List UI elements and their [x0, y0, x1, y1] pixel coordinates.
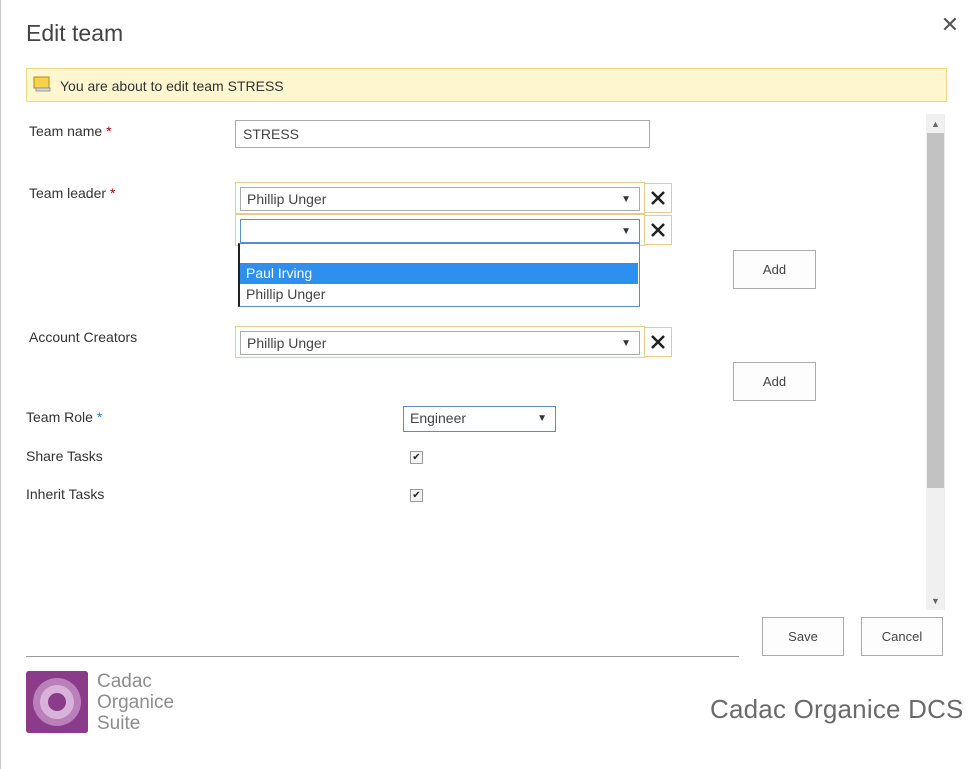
- inherit-tasks-label: Inherit Tasks: [26, 486, 105, 502]
- scroll-down-icon[interactable]: ▼: [926, 592, 945, 610]
- account-creators-select-1[interactable]: Phillip Unger ▼: [240, 331, 640, 355]
- add-account-creator-button[interactable]: Add: [733, 362, 816, 401]
- account-creators-label: Account Creators: [29, 329, 138, 345]
- cancel-button[interactable]: Cancel: [861, 617, 943, 656]
- scroll-up-icon[interactable]: ▲: [926, 115, 945, 133]
- team-role-value: Engineer: [410, 410, 467, 426]
- logo-line-2: Organice: [97, 692, 175, 713]
- team-leader-label-text: Team leader: [29, 185, 107, 201]
- team-role-label-text: Team Role: [26, 409, 93, 425]
- account-creators-row-1: Phillip Unger ▼: [235, 326, 645, 358]
- close-icon: [651, 191, 665, 205]
- required-marker: *: [96, 409, 103, 425]
- team-leader-label: Team leader *: [29, 185, 116, 201]
- footer-divider: [26, 656, 739, 657]
- close-icon: [651, 223, 665, 237]
- chevron-down-icon: ▼: [621, 194, 631, 205]
- add-team-leader-button[interactable]: Add: [733, 250, 816, 289]
- dropdown-option-paul-irving[interactable]: Paul Irving: [240, 263, 638, 284]
- save-button[interactable]: Save: [762, 617, 844, 656]
- team-leader-row-2: ▼: [235, 214, 645, 246]
- close-icon[interactable]: ✕: [940, 14, 960, 36]
- team-role-select[interactable]: Engineer ▼: [403, 406, 556, 432]
- chevron-down-icon: ▼: [621, 226, 631, 237]
- team-leader-row-1: Phillip Unger ▼: [235, 182, 645, 214]
- team-leader-dropdown-list: Paul Irving Phillip Unger: [238, 243, 640, 307]
- team-role-label: Team Role *: [26, 409, 102, 425]
- info-banner: You are about to edit team STRESS: [26, 68, 947, 102]
- team-leader-select-2[interactable]: ▼: [240, 219, 640, 243]
- cadac-logo-icon: [26, 671, 88, 733]
- dropdown-option-phillip-unger[interactable]: Phillip Unger: [240, 284, 638, 305]
- team-leader-select-1[interactable]: Phillip Unger ▼: [240, 187, 640, 211]
- logo-line-3: Suite: [97, 713, 141, 734]
- close-icon: [651, 335, 665, 349]
- required-marker: *: [110, 185, 116, 201]
- note-icon: [33, 76, 51, 92]
- page-border: [0, 0, 1, 769]
- share-tasks-checkbox[interactable]: ✔: [410, 451, 423, 464]
- logo-wordmark: Cadac Organice Suite: [97, 671, 174, 734]
- remove-team-leader-2-button[interactable]: [644, 215, 672, 245]
- inherit-tasks-checkbox[interactable]: ✔: [410, 489, 423, 502]
- chevron-down-icon: ▼: [537, 413, 547, 424]
- product-brand: Cadac Organice DCS: [710, 694, 964, 724]
- dialog-title: Edit team: [26, 20, 124, 46]
- share-tasks-label: Share Tasks: [26, 448, 103, 464]
- chevron-down-icon: ▼: [621, 338, 631, 349]
- remove-account-creator-1-button[interactable]: [644, 327, 672, 357]
- team-leader-value-1: Phillip Unger: [247, 191, 327, 207]
- team-name-label: Team name *: [29, 123, 112, 139]
- remove-team-leader-1-button[interactable]: [644, 183, 672, 213]
- account-creators-value-1: Phillip Unger: [247, 335, 327, 351]
- team-name-input[interactable]: STRESS: [235, 120, 650, 148]
- scrollbar-thumb[interactable]: [927, 133, 944, 488]
- team-name-label-text: Team name: [29, 123, 103, 139]
- banner-text: You are about to edit team STRESS: [60, 78, 284, 94]
- logo-line-1: Cadac: [97, 671, 152, 692]
- required-marker: *: [106, 123, 112, 139]
